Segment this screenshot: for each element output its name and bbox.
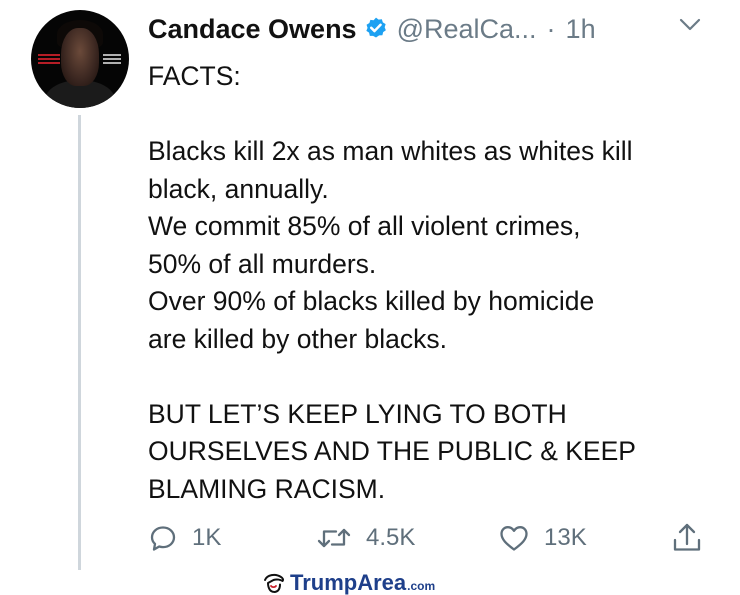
tweet-line: FACTS: xyxy=(148,61,241,91)
tweet-blank-line xyxy=(148,96,723,134)
tweet-line: 50% of all murders. xyxy=(148,248,377,279)
retweet-button[interactable]: 4.5K xyxy=(316,518,415,558)
tweet-line: are killed by other blacks. xyxy=(148,323,448,354)
separator-dot: · xyxy=(546,13,556,44)
reply-icon xyxy=(150,526,176,551)
author-name[interactable]: Candace Owens xyxy=(148,14,357,45)
tweet-card: Candace Owens @RealCa... · 1h FACTS: Bla… xyxy=(0,0,740,595)
retweet-icon xyxy=(317,528,351,548)
tweet-line: black, annually. xyxy=(148,173,329,204)
watermark-name: TrumpArea xyxy=(290,570,407,595)
watermark-tld: .com xyxy=(407,579,436,593)
share-button[interactable] xyxy=(671,518,703,558)
verified-badge-icon xyxy=(365,17,386,38)
heart-icon xyxy=(500,526,528,551)
reply-count: 1K xyxy=(192,524,222,551)
tweet-line: Blacks kill 2x as man whites as whites k… xyxy=(148,136,633,166)
like-count: 13K xyxy=(544,524,587,551)
avatar-face xyxy=(61,28,99,86)
tweet-line: We commit 85% of all violent crimes, xyxy=(148,211,581,241)
tweet-timestamp[interactable]: 1h xyxy=(566,14,596,45)
tweet-line: Over 90% of blacks killed by homicide xyxy=(148,286,595,316)
tweet-line: BLAMING RACISM. xyxy=(148,473,386,504)
like-button[interactable]: 13K xyxy=(498,518,587,558)
author-handle[interactable]: @RealCa... xyxy=(397,14,537,45)
share-icon xyxy=(673,523,701,551)
tweet-blank-line xyxy=(148,358,723,396)
reply-button[interactable]: 1K xyxy=(148,518,221,558)
chevron-down-icon[interactable] xyxy=(679,18,701,32)
trump-hair-icon xyxy=(264,573,284,593)
avatar-red-caption xyxy=(38,54,60,64)
avatar[interactable] xyxy=(31,10,129,108)
tweet-text: FACTS: Blacks kill 2x as man whites as w… xyxy=(148,58,723,508)
tweet-line: BUT LET’S KEEP LYING TO BOTH xyxy=(148,398,567,429)
avatar-white-caption xyxy=(103,54,121,64)
retweet-count: 4.5K xyxy=(366,524,416,551)
site-watermark: TrumpArea .com xyxy=(262,570,435,595)
thread-line xyxy=(78,115,81,570)
tweet-line: OURSELVES AND THE PUBLIC & KEEP xyxy=(148,436,636,466)
tweet-header: Candace Owens @RealCa... · 1h xyxy=(148,9,596,49)
